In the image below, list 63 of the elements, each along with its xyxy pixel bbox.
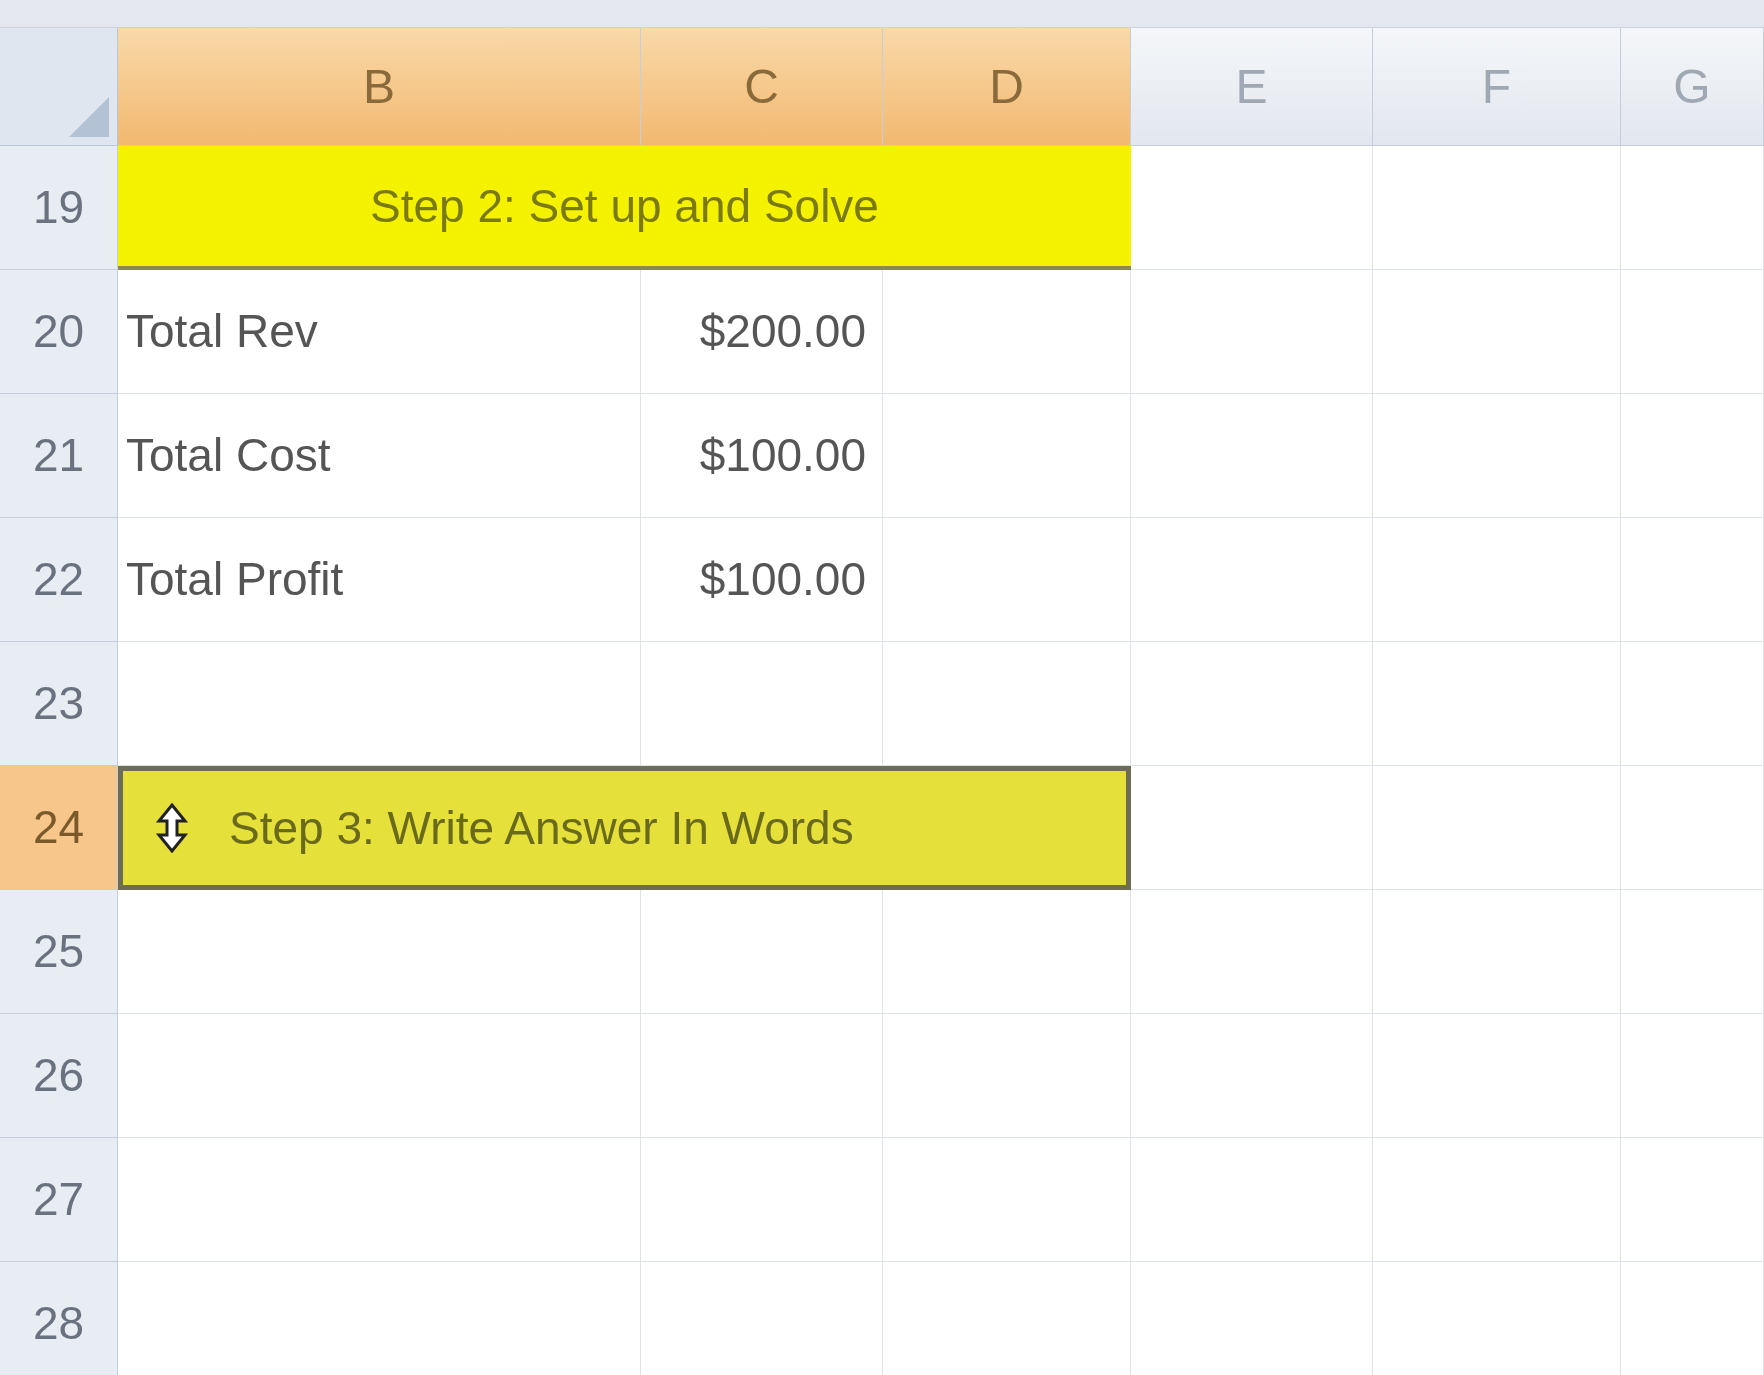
empty-cell[interactable] [641,890,883,1014]
empty-cell[interactable] [1373,1014,1621,1138]
banner-text: Step 2: Set up and Solve [370,178,879,234]
empty-cell[interactable] [641,1014,883,1138]
banner-text: Step 3: Write Answer In Words [229,800,854,856]
empty-cell[interactable] [1373,394,1621,518]
empty-cell[interactable] [641,1138,883,1262]
table-cell: $100.00 [641,518,883,642]
column-header[interactable]: F [1373,28,1621,146]
empty-cell[interactable] [1373,518,1621,642]
row-header[interactable]: 19 [0,146,118,270]
column-header[interactable]: C [641,28,883,146]
table-cell: Total Cost [118,394,641,518]
empty-cell[interactable] [1131,518,1373,642]
row-header[interactable]: 28 [0,1262,118,1375]
empty-cell[interactable] [1373,270,1621,394]
empty-cell[interactable] [883,394,1131,518]
merged-cell[interactable]: Step 3: Write Answer In Words [118,766,1131,890]
empty-cell[interactable] [1621,394,1764,518]
move-cursor-icon [155,803,189,853]
empty-cell[interactable] [1131,642,1373,766]
empty-cell[interactable] [1621,766,1764,890]
row-header[interactable]: 20 [0,270,118,394]
empty-cell[interactable] [1131,1138,1373,1262]
empty-cell[interactable] [1621,146,1764,270]
empty-cell[interactable] [1621,1014,1764,1138]
empty-cell[interactable] [883,518,1131,642]
empty-cell[interactable] [1621,890,1764,1014]
table-cell: Total Profit [118,518,641,642]
select-all-corner[interactable] [0,28,118,146]
empty-cell[interactable] [1373,766,1621,890]
triangle-icon [69,97,109,137]
row-header[interactable]: 24 [0,766,118,890]
column-header[interactable]: B [118,28,641,146]
empty-cell[interactable] [1621,270,1764,394]
empty-cell[interactable] [883,1138,1131,1262]
table-cell: $200.00 [641,270,883,394]
empty-cell[interactable] [883,890,1131,1014]
row-header[interactable]: 23 [0,642,118,766]
table-cell: Total Rev [118,270,641,394]
empty-cell[interactable] [1131,1014,1373,1138]
empty-cell[interactable] [1621,518,1764,642]
row-header[interactable]: 22 [0,518,118,642]
merged-cell[interactable]: Step 2: Set up and Solve [118,146,1131,270]
column-header[interactable]: E [1131,28,1373,146]
empty-cell[interactable] [1131,270,1373,394]
table-cell: $100.00 [641,394,883,518]
empty-cell[interactable] [1373,146,1621,270]
row-header[interactable]: 25 [0,890,118,1014]
empty-cell[interactable] [883,1014,1131,1138]
column-header[interactable]: D [883,28,1131,146]
empty-cell[interactable] [1373,1138,1621,1262]
empty-cell[interactable] [1131,890,1373,1014]
empty-cell[interactable] [1373,642,1621,766]
empty-cell[interactable] [1621,642,1764,766]
column-header[interactable]: G [1621,28,1764,146]
empty-cell[interactable] [1131,394,1373,518]
row-header[interactable]: 26 [0,1014,118,1138]
row-header[interactable]: 27 [0,1138,118,1262]
empty-cell[interactable] [1373,890,1621,1014]
empty-cell[interactable] [883,270,1131,394]
row-header[interactable]: 21 [0,394,118,518]
empty-cell[interactable] [1621,1138,1764,1262]
